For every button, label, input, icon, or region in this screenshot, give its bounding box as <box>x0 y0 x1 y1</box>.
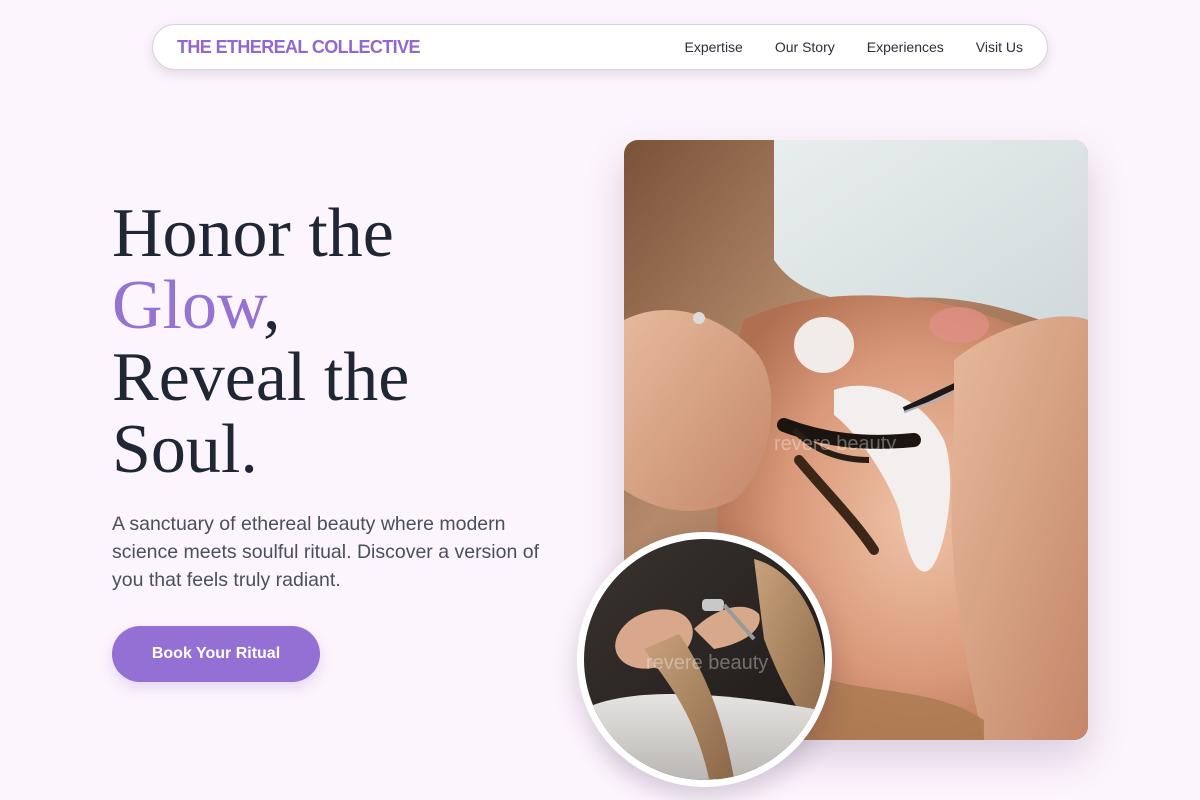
nav-link-expertise[interactable]: Expertise <box>684 39 742 55</box>
nav-link-our-story[interactable]: Our Story <box>775 39 835 55</box>
nav-link-visit-us[interactable]: Visit Us <box>976 39 1023 55</box>
inset-photo-frame: revere beauty <box>584 539 825 780</box>
headline-accent-word: Glow <box>112 267 264 344</box>
top-navbar: THE ETHEREAL COLLECTIVE Expertise Our St… <box>152 24 1048 70</box>
main-photo-watermark: revere beauty <box>774 433 896 455</box>
headline-line-3: Reveal the <box>112 339 410 416</box>
hero-headline: Honor the Glow, Reveal the Soul. <box>112 198 572 486</box>
brand-logo[interactable]: THE ETHEREAL COLLECTIVE <box>177 37 420 58</box>
inset-photo-hair-wash: revere beauty <box>577 532 832 787</box>
headline-comma: , <box>263 267 281 344</box>
book-ritual-button[interactable]: Book Your Ritual <box>112 626 320 682</box>
hair-wash-illustration: revere beauty <box>584 539 825 780</box>
headline-line-1: Honor the <box>112 195 394 272</box>
nav-links: Expertise Our Story Experiences Visit Us <box>684 39 1023 55</box>
nav-link-experiences[interactable]: Experiences <box>867 39 944 55</box>
hero-description: A sanctuary of ethereal beauty where mod… <box>112 513 540 591</box>
headline-line-4: Soul. <box>112 411 258 488</box>
inset-photo-watermark: revere beauty <box>646 652 768 674</box>
